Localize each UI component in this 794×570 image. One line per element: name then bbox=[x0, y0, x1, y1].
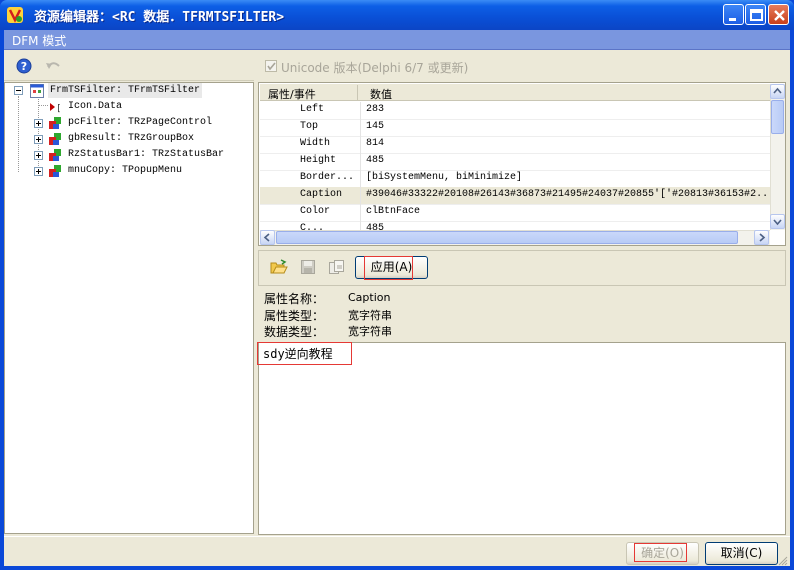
grid-property-name: Caption bbox=[300, 189, 343, 200]
component-icon bbox=[48, 148, 62, 162]
grid-row[interactable]: Color clBtnFace bbox=[260, 204, 770, 222]
grid-property-value: 145 bbox=[366, 121, 385, 132]
svg-text:[.]: [.] bbox=[56, 104, 62, 114]
data-type-value: 宽字符串 bbox=[348, 325, 392, 338]
scroll-up-button[interactable] bbox=[770, 84, 785, 99]
grid-property-name: Top bbox=[300, 121, 319, 132]
grid-row[interactable]: Left 283 bbox=[260, 102, 770, 120]
apply-highlight-box bbox=[364, 256, 413, 280]
maximize-button[interactable] bbox=[745, 4, 766, 25]
tree-toolbar bbox=[4, 51, 254, 81]
scroll-left-button[interactable] bbox=[260, 230, 275, 245]
grid-property-name: Height bbox=[300, 155, 337, 166]
tree-collapse-toggle[interactable] bbox=[14, 86, 23, 95]
scroll-right-button[interactable] bbox=[754, 230, 769, 245]
grid-header-value[interactable]: 数值 bbox=[370, 86, 392, 102]
horizontal-scroll-thumb[interactable] bbox=[276, 231, 738, 244]
vertical-scroll-thumb[interactable] bbox=[771, 100, 784, 134]
minimize-button[interactable] bbox=[723, 4, 744, 25]
grid-property-value: 485 bbox=[366, 155, 385, 166]
help-icon[interactable]: ? bbox=[16, 58, 32, 74]
scroll-down-button[interactable] bbox=[770, 214, 785, 229]
grid-header-divider bbox=[357, 85, 358, 100]
grid-row[interactable]: Border... [biSystemMenu, biMinimize] bbox=[260, 170, 770, 188]
open-folder-icon[interactable] bbox=[270, 259, 288, 275]
prop-type-label: 属性类型： bbox=[264, 309, 325, 323]
mode-strip bbox=[4, 30, 790, 50]
tree-expand-toggle[interactable] bbox=[34, 151, 43, 160]
close-button[interactable] bbox=[768, 4, 789, 25]
editor-highlight-box bbox=[257, 342, 352, 365]
data-type-label: 数据类型： bbox=[264, 325, 325, 339]
grid-property-name: Width bbox=[300, 138, 331, 149]
grid-property-value: 283 bbox=[366, 104, 385, 115]
data-arrow-icon: [.] bbox=[48, 100, 72, 114]
svg-text:?: ? bbox=[21, 60, 27, 73]
grid-header-property[interactable]: 属性/事件 bbox=[268, 86, 316, 102]
unicode-checkbox[interactable] bbox=[265, 60, 277, 72]
minimize-icon bbox=[729, 18, 736, 21]
app-logo-icon bbox=[6, 6, 24, 24]
tree-guide-line bbox=[38, 96, 39, 172]
copy-icon[interactable] bbox=[328, 259, 346, 275]
tree-item[interactable]: pcFilter: TRzPageControl bbox=[68, 115, 212, 130]
grid-row[interactable]: Height 485 bbox=[260, 153, 770, 171]
window-title: 资源编辑器：<RC 数据．TFRMTSFILTER> bbox=[34, 10, 285, 25]
tree-item[interactable]: Icon.Data bbox=[68, 99, 122, 114]
tree-expand-toggle[interactable] bbox=[34, 135, 43, 144]
grid-property-name: Left bbox=[300, 104, 325, 115]
component-icon bbox=[48, 116, 62, 130]
grid-row[interactable]: Top 145 bbox=[260, 119, 770, 137]
tree-item[interactable]: gbResult: TRzGroupBox bbox=[68, 131, 194, 146]
grid-property-value: clBtnFace bbox=[366, 206, 421, 217]
tree-expand-toggle[interactable] bbox=[34, 167, 43, 176]
tree-guide-line bbox=[38, 105, 48, 106]
grid-property-value: #39046#33322#20108#26143#36873#21495#240… bbox=[366, 189, 775, 200]
grid-property-value: 814 bbox=[366, 138, 385, 149]
resize-grip-icon[interactable] bbox=[778, 556, 788, 566]
tree-item[interactable]: RzStatusBar1: TRzStatusBar bbox=[68, 147, 224, 162]
grid-property-name: Color bbox=[300, 206, 331, 217]
grid-property-name: Border... bbox=[300, 172, 355, 183]
tree-item[interactable]: mnuCopy: TPopupMenu bbox=[68, 163, 182, 178]
prop-name-label: 属性名称： bbox=[264, 292, 325, 306]
grid-header bbox=[260, 84, 770, 101]
prop-type-value: 宽字符串 bbox=[348, 309, 392, 322]
form-icon bbox=[30, 84, 44, 98]
component-icon bbox=[48, 132, 62, 146]
property-info bbox=[258, 287, 786, 342]
grid-row-selected[interactable]: Caption #39046#33322#20108#26143#36873#21… bbox=[260, 187, 774, 205]
unicode-label: Unicode 版本(Delphi 6/7 或更新) bbox=[281, 61, 469, 75]
maximize-icon bbox=[750, 9, 763, 21]
ok-highlight-box bbox=[634, 543, 687, 562]
save-disk-icon[interactable] bbox=[300, 259, 316, 275]
mode-label: DFM 模式 bbox=[12, 34, 67, 48]
grid-property-value: [biSystemMenu, biMinimize] bbox=[366, 172, 523, 183]
value-text-editor[interactable]: sdy逆向教程 bbox=[258, 342, 786, 535]
tree-root-item[interactable]: FrmTSFilter: TFrmTSFilter bbox=[48, 83, 203, 98]
tree-guide-line bbox=[18, 96, 19, 172]
prop-name-value: Caption bbox=[348, 291, 391, 304]
cancel-button[interactable]: 取消(C) bbox=[705, 542, 778, 565]
component-icon bbox=[48, 164, 62, 178]
close-icon bbox=[774, 10, 785, 21]
grid-row[interactable]: Width 814 bbox=[260, 136, 770, 154]
tree-expand-toggle[interactable] bbox=[34, 119, 43, 128]
undo-icon[interactable] bbox=[44, 58, 62, 74]
